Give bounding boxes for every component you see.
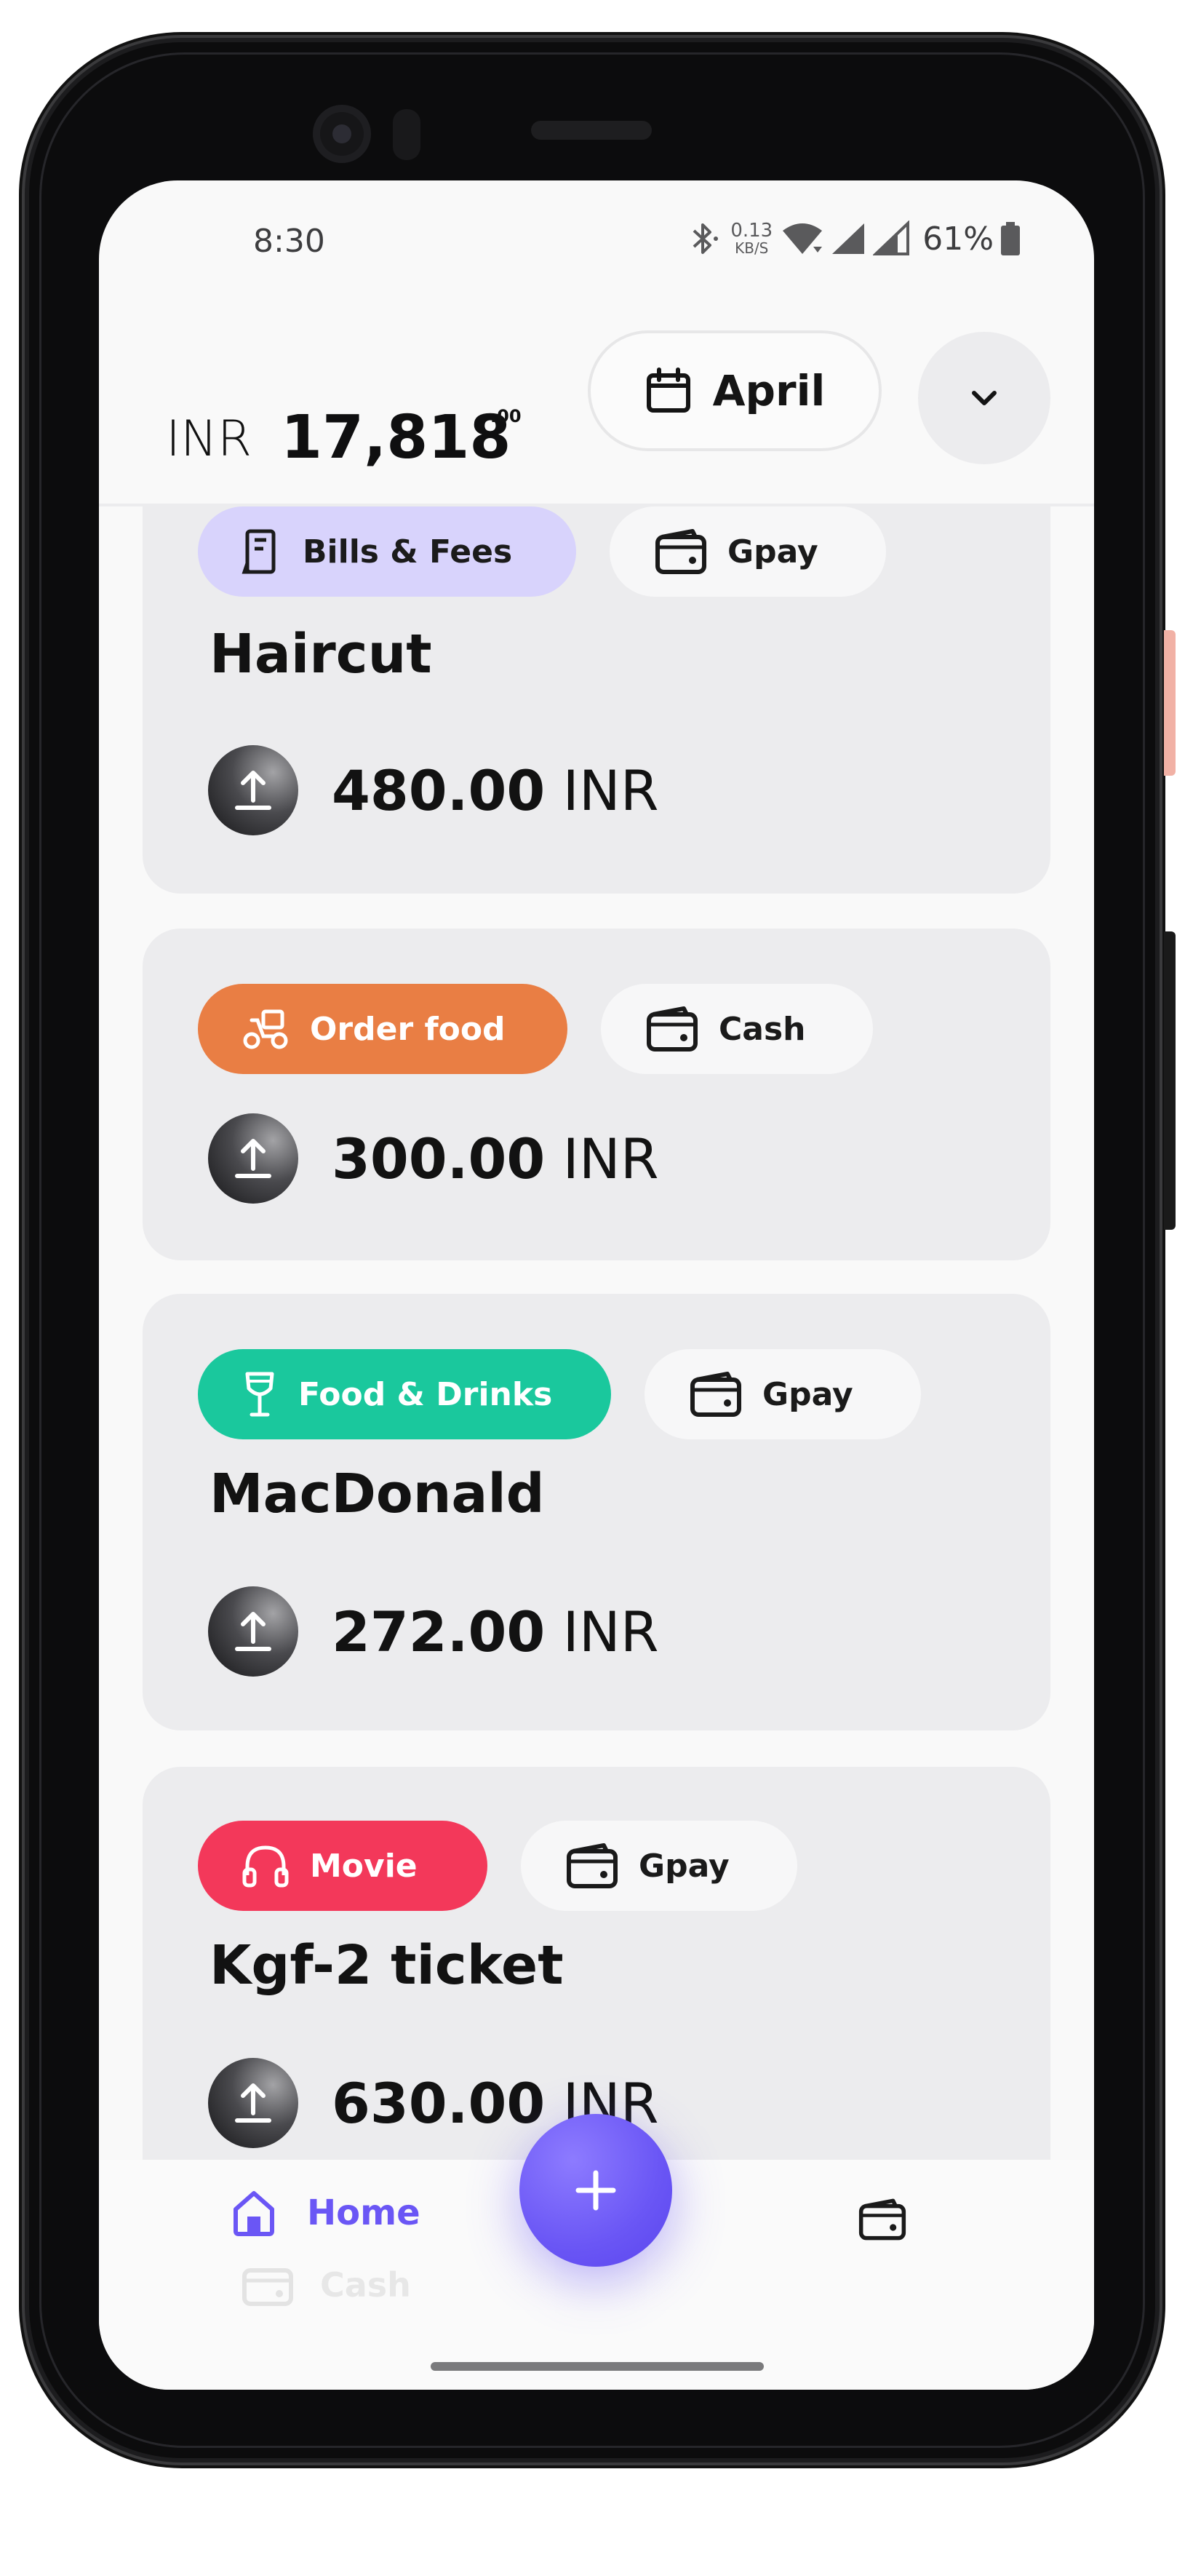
transaction-amount: 300.00 INR [332, 1126, 659, 1191]
earpiece-speaker [531, 121, 652, 140]
wallet-icon [858, 2198, 906, 2241]
nav-cash-tab[interactable]: Cash [242, 2263, 411, 2307]
wallet-icon [690, 1372, 741, 1417]
amount-value: 480.00 [332, 758, 546, 823]
upload-icon [208, 745, 298, 835]
upload-icon [208, 1113, 298, 1204]
headphones-icon [242, 1845, 289, 1888]
receipt-icon [242, 529, 276, 574]
wallet-label: Gpay [727, 533, 818, 571]
add-transaction-button[interactable] [519, 2114, 672, 2267]
battery-icon [1001, 222, 1020, 255]
chevron-down-icon [972, 391, 997, 405]
amount-value: 300.00 [332, 1126, 546, 1191]
transaction-amount: 480.00 INR [332, 758, 659, 823]
amount-value: 630.00 [332, 2070, 546, 2136]
network-speed-value: 0.13 [730, 220, 773, 242]
phone-side-button [1164, 630, 1176, 776]
amount-row: 272.00 INR [208, 1586, 659, 1677]
nav-home-label: Home [307, 2193, 420, 2233]
plus-icon [575, 2170, 616, 2211]
wallet-icon [567, 1843, 618, 1888]
expand-dropdown-button[interactable] [918, 332, 1050, 464]
wallet-label: Gpay [762, 1375, 853, 1413]
category-chip[interactable]: Order food [198, 984, 567, 1074]
category-chip[interactable]: Movie [198, 1821, 487, 1911]
wallet-icon [647, 1006, 698, 1052]
nav-cash-label: Cash [320, 2265, 411, 2305]
proximity-sensor [393, 109, 420, 160]
amount-value: 272.00 [332, 1599, 546, 1664]
network-speed: 0.13 KB/S [730, 221, 773, 256]
transaction-title: MacDonald [210, 1463, 545, 1525]
category-label: Movie [310, 1847, 418, 1885]
wallet-chip[interactable]: Gpay [521, 1821, 797, 1911]
category-chip[interactable]: Food & Drinks [198, 1349, 611, 1439]
transaction-amount: 272.00 INR [332, 1599, 659, 1664]
category-chip[interactable]: Bills & Fees [198, 506, 576, 597]
wallet-chip[interactable]: Cash [601, 984, 873, 1074]
front-camera [313, 105, 371, 163]
bluetooth-icon [693, 223, 719, 254]
transaction-title: Kgf-2 ticket [210, 1934, 564, 1997]
transaction-list[interactable]: Bills & Fees Gpay Haircut 480.00 INR Ord… [143, 506, 1050, 2203]
gesture-home-indicator[interactable] [431, 2362, 764, 2371]
transaction-card[interactable]: Food & Drinks Gpay MacDonald 272.00 INR [143, 1294, 1050, 1730]
amount-currency: INR [562, 1126, 659, 1191]
amount-row: 480.00 INR [208, 745, 659, 835]
status-icons: 0.13 KB/S 61% [688, 218, 1021, 259]
wallet-icon [655, 529, 706, 574]
amount-currency: INR [562, 758, 659, 823]
nav-wallet-tab[interactable] [858, 2196, 906, 2246]
balance-currency: INR [166, 410, 252, 468]
wine-glass-icon [245, 1372, 274, 1417]
transaction-card[interactable]: Order food Cash 300.00 INR [143, 929, 1050, 1260]
upload-icon [208, 1586, 298, 1677]
phone-volume-button [1164, 931, 1176, 1230]
home-icon [234, 2191, 274, 2236]
balance-cents: .00 [490, 406, 522, 426]
delivery-scooter-icon [243, 1009, 288, 1049]
signal-icon [832, 223, 865, 254]
amount-currency: INR [562, 1599, 659, 1664]
balance-amount: 17,818 [281, 403, 511, 472]
wallet-label: Cash [719, 1010, 806, 1048]
wifi-icon [783, 223, 823, 254]
transaction-title: Haircut [210, 623, 432, 685]
status-bar: 8:30 0.13 KB/S 61% [99, 180, 1094, 261]
month-label: April [712, 366, 826, 416]
wallet-icon [242, 2268, 293, 2306]
category-label: Food & Drinks [298, 1375, 553, 1413]
wallet-chip[interactable]: Gpay [610, 506, 886, 597]
calendar-icon [646, 367, 690, 413]
signal-icon-2 [873, 220, 910, 255]
wallet-label: Gpay [639, 1847, 730, 1885]
amount-row: 300.00 INR [208, 1113, 659, 1204]
wallet-chip[interactable]: Gpay [645, 1349, 921, 1439]
month-selector-button[interactable]: April [588, 330, 882, 451]
upload-icon [208, 2058, 298, 2148]
network-speed-unit: KB/S [735, 239, 769, 257]
category-label: Order food [310, 1010, 506, 1048]
nav-home-tab[interactable]: Home [230, 2189, 420, 2237]
category-label: Bills & Fees [303, 533, 513, 571]
transaction-card[interactable]: Bills & Fees Gpay Haircut 480.00 INR [143, 506, 1050, 894]
app-screen: 8:30 0.13 KB/S 61% INR 17,818 .00 April … [99, 180, 1094, 2390]
status-time: 8:30 [253, 223, 325, 260]
battery-percent: 61% [922, 220, 994, 258]
